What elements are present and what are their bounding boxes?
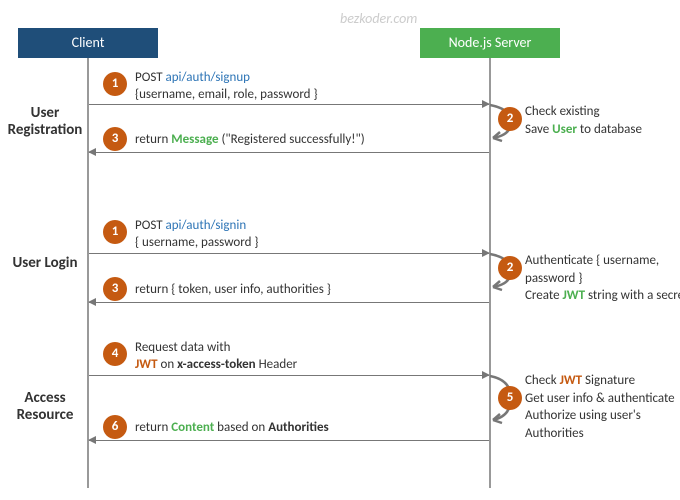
txt-content: Content — [171, 420, 214, 435]
step-4-circle: 4 — [103, 342, 127, 366]
arrow-signup-resp — [89, 152, 489, 153]
msg-access-request: Request data with JWT on x-access-token … — [135, 340, 301, 374]
txt: Check — [525, 373, 560, 388]
step-3-circle: 3 — [103, 127, 127, 151]
txt: Header — [256, 357, 298, 372]
txt: on — [158, 357, 178, 372]
api-path: api/auth/signin — [165, 218, 246, 233]
txt: Authenticate { username, password } — [525, 253, 659, 286]
txt-jwt: JWT — [563, 288, 586, 303]
step-6-circle: 6 — [103, 415, 127, 439]
txt: string with a secret — [585, 288, 680, 303]
txt-auth: Authorities — [268, 420, 328, 435]
txt: return — [135, 132, 171, 147]
step-login2-circle: 2 — [498, 256, 522, 280]
txt: {username, email, role, password } — [135, 87, 318, 104]
api-path: api/auth/signup — [165, 70, 250, 85]
msg-signin-request: POST api/auth/signin { username, passwor… — [135, 218, 262, 252]
txt: POST — [135, 218, 165, 233]
msg-access-response: return Content based on Authorities — [135, 420, 333, 437]
step-2-circle: 2 — [498, 107, 522, 131]
txt-message: Message — [171, 132, 218, 147]
step-login3-circle: 3 — [103, 277, 127, 301]
txt: Save — [525, 122, 552, 137]
step-login1-circle: 1 — [103, 220, 127, 244]
txt: Request data with — [135, 340, 230, 355]
msg-signup-response: return Message ("Registered successfully… — [135, 132, 369, 149]
step-1-circle: 1 — [103, 72, 127, 96]
txt-user: User — [552, 122, 577, 137]
txt-jwt: JWT — [560, 373, 583, 388]
txt: POST — [135, 70, 165, 85]
txt-header: x-access-token — [177, 357, 256, 372]
arrow-signup-req — [89, 104, 489, 105]
txt: Create — [525, 288, 563, 303]
arrow-access-req — [89, 375, 489, 376]
txt: Check existing — [525, 104, 600, 119]
section-login: User Login — [0, 255, 95, 272]
txt: to database — [577, 122, 642, 137]
msg-signin-server: Authenticate { username, password } Crea… — [525, 252, 680, 305]
msg-signup-request: POST api/auth/signup {username, email, r… — [135, 70, 322, 104]
watermark: bezkoder.com — [340, 10, 417, 27]
txt-jwt: JWT — [135, 357, 158, 372]
msg-access-server: Check JWT Signature Get user info & auth… — [525, 372, 680, 442]
txt: return — [135, 420, 171, 435]
section-registration: User Registration — [0, 105, 95, 140]
txt: based on — [214, 420, 268, 435]
txt: ("Registered successfully!") — [219, 132, 365, 147]
client-header: Client — [18, 28, 158, 58]
msg-signup-server: Check existing Save User to database — [525, 103, 680, 138]
arrow-signin-req — [89, 253, 489, 254]
txt: Get user info & authenticate — [525, 391, 675, 406]
arrow-signin-resp — [89, 302, 489, 303]
step-5-circle: 5 — [498, 386, 522, 410]
txt: Signature — [582, 373, 635, 388]
txt: { username, password } — [135, 235, 258, 252]
server-header: Node.js Server — [420, 28, 560, 58]
arrow-access-resp — [89, 440, 489, 441]
txt: Authorize using user's Authorities — [525, 408, 641, 441]
section-access: Access Resource — [0, 390, 95, 425]
msg-signin-response: return { token, user info, authorities } — [135, 282, 335, 299]
